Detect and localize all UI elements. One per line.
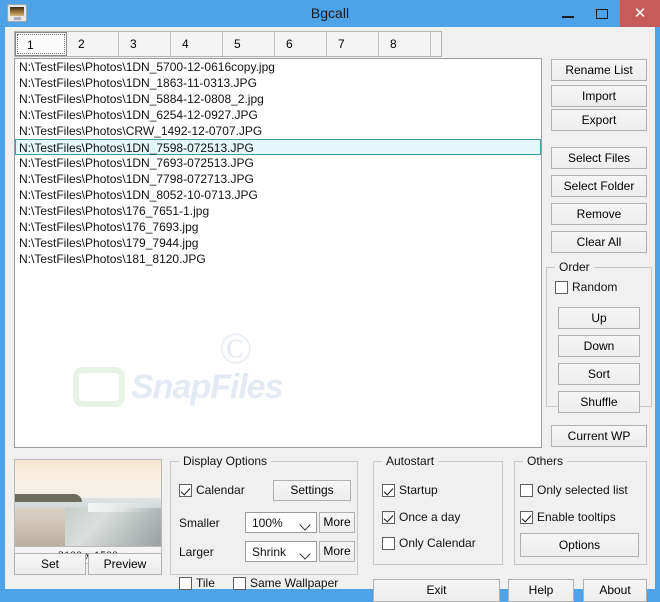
close-icon: ✕ xyxy=(633,5,647,22)
minimize-button[interactable] xyxy=(552,0,584,27)
options-button[interactable]: Options xyxy=(520,533,639,557)
calendar-settings-button[interactable]: Settings xyxy=(273,480,351,501)
once-a-day-checkbox-box xyxy=(382,511,395,524)
select-files-button[interactable]: Select Files xyxy=(551,147,647,169)
copyright-icon: © xyxy=(219,324,253,373)
enable-tooltips-checkbox-box xyxy=(520,511,533,524)
wallpaper-thumbnail[interactable] xyxy=(14,459,162,547)
file-list-item[interactable]: N:\TestFiles\Photos\1DN_5700-12-0616copy… xyxy=(15,59,541,75)
order-sort-button[interactable]: Sort xyxy=(558,363,640,385)
import-button[interactable]: Import xyxy=(551,85,647,107)
calendar-checkbox-box xyxy=(179,484,192,497)
smaller-combo-value: 100% xyxy=(252,516,283,530)
order-shuffle-button[interactable]: Shuffle xyxy=(558,391,640,413)
tab-3[interactable]: 3 xyxy=(119,32,171,56)
exit-button[interactable]: Exit xyxy=(373,579,500,602)
smaller-more-button[interactable]: More xyxy=(319,512,355,533)
random-checkbox-label: Random xyxy=(572,280,618,294)
startup-checkbox-label: Startup xyxy=(399,483,438,497)
order-up-button[interactable]: Up xyxy=(558,307,640,329)
same-wallpaper-checkbox-label: Same Wallpaper xyxy=(250,576,339,590)
only-calendar-checkbox-box xyxy=(382,537,395,550)
file-list-item[interactable]: N:\TestFiles\Photos\176_7651-1.jpg xyxy=(15,203,541,219)
title-bar: Bgcall ✕ xyxy=(0,0,660,27)
larger-label: Larger xyxy=(179,545,214,559)
tab-4[interactable]: 4 xyxy=(171,32,223,56)
display-options-title: Display Options xyxy=(179,454,272,468)
tab-1[interactable]: 1 xyxy=(15,32,67,56)
file-list-item[interactable]: N:\TestFiles\Photos\181_8120.JPG xyxy=(15,251,541,267)
tile-checkbox-box xyxy=(179,577,192,590)
watermark-logo-icon xyxy=(73,367,125,407)
order-group-title: Order xyxy=(555,260,594,274)
tab-5[interactable]: 5 xyxy=(223,32,275,56)
tile-checkbox-label: Tile xyxy=(196,576,215,590)
file-list-item[interactable]: N:\TestFiles\Photos\CRW_1492-12-0707.JPG xyxy=(15,123,541,139)
file-list-item[interactable]: N:\TestFiles\Photos\1DN_6254-12-0927.JPG xyxy=(15,107,541,123)
preview-button[interactable]: Preview xyxy=(88,553,162,575)
select-folder-button[interactable]: Select Folder xyxy=(551,175,647,197)
rename-list-button[interactable]: Rename List xyxy=(551,59,647,81)
file-list-item[interactable]: N:\TestFiles\Photos\176_7693.jpg xyxy=(15,219,541,235)
maximize-button[interactable] xyxy=(586,0,618,27)
smaller-label: Smaller xyxy=(179,516,220,530)
chevron-down-icon xyxy=(299,519,311,531)
once-a-day-checkbox-label: Once a day xyxy=(399,510,461,524)
only-selected-list-checkbox-label: Only selected list xyxy=(537,483,628,497)
others-title: Others xyxy=(523,454,568,468)
larger-combo[interactable]: Shrink xyxy=(245,541,317,562)
application-window: Bgcall ✕ 12345678 N:\TestFiles\Photos\1D… xyxy=(0,0,660,602)
file-list[interactable]: N:\TestFiles\Photos\1DN_5700-12-0616copy… xyxy=(14,58,542,448)
only-selected-list-checkbox-box xyxy=(520,484,533,497)
export-button[interactable]: Export xyxy=(551,109,647,131)
remove-button[interactable]: Remove xyxy=(551,203,647,225)
autostart-title: Autostart xyxy=(382,454,439,468)
tab-7[interactable]: 7 xyxy=(327,32,379,56)
file-list-item[interactable]: N:\TestFiles\Photos\1DN_7598-072513.JPG xyxy=(15,139,541,155)
only-calendar-checkbox-label: Only Calendar xyxy=(399,536,476,550)
snapfiles-watermark: © SnapFiles xyxy=(67,327,327,411)
order-down-button[interactable]: Down xyxy=(558,335,640,357)
file-list-item[interactable]: N:\TestFiles\Photos\1DN_1863-11-0313.JPG xyxy=(15,75,541,91)
enable-tooltips-checkbox-label: Enable tooltips xyxy=(537,510,616,524)
file-list-item[interactable]: N:\TestFiles\Photos\1DN_7798-072713.JPG xyxy=(15,171,541,187)
tab-2[interactable]: 2 xyxy=(67,32,119,56)
close-button[interactable]: ✕ xyxy=(620,0,660,27)
chevron-down-icon xyxy=(299,548,311,560)
about-button[interactable]: About xyxy=(583,579,647,602)
calendar-checkbox-label: Calendar xyxy=(196,483,245,497)
smaller-combo[interactable]: 100% xyxy=(245,512,317,533)
file-list-item[interactable]: N:\TestFiles\Photos\1DN_8052-10-0713.JPG xyxy=(15,187,541,203)
set-button[interactable]: Set xyxy=(14,553,86,575)
random-checkbox-box xyxy=(555,281,568,294)
clear-all-button[interactable]: Clear All xyxy=(551,231,647,253)
watermark-text: SnapFiles xyxy=(131,368,284,406)
file-list-item[interactable]: N:\TestFiles\Photos\1DN_7693-072513.JPG xyxy=(15,155,541,171)
current-wp-button[interactable]: Current WP xyxy=(551,425,647,447)
larger-more-button[interactable]: More xyxy=(319,541,355,562)
tab-6[interactable]: 6 xyxy=(275,32,327,56)
tab-strip: 12345678 xyxy=(14,31,442,57)
larger-combo-value: Shrink xyxy=(252,545,287,559)
file-list-item[interactable]: N:\TestFiles\Photos\179_7944.jpg xyxy=(15,235,541,251)
same-wallpaper-checkbox-box xyxy=(233,577,246,590)
file-list-item[interactable]: N:\TestFiles\Photos\1DN_5884-12-0808_2.j… xyxy=(15,91,541,107)
tab-8[interactable]: 8 xyxy=(379,32,431,56)
help-button[interactable]: Help xyxy=(508,579,574,602)
startup-checkbox-box xyxy=(382,484,395,497)
client-area: 12345678 N:\TestFiles\Photos\1DN_5700-12… xyxy=(5,27,655,602)
